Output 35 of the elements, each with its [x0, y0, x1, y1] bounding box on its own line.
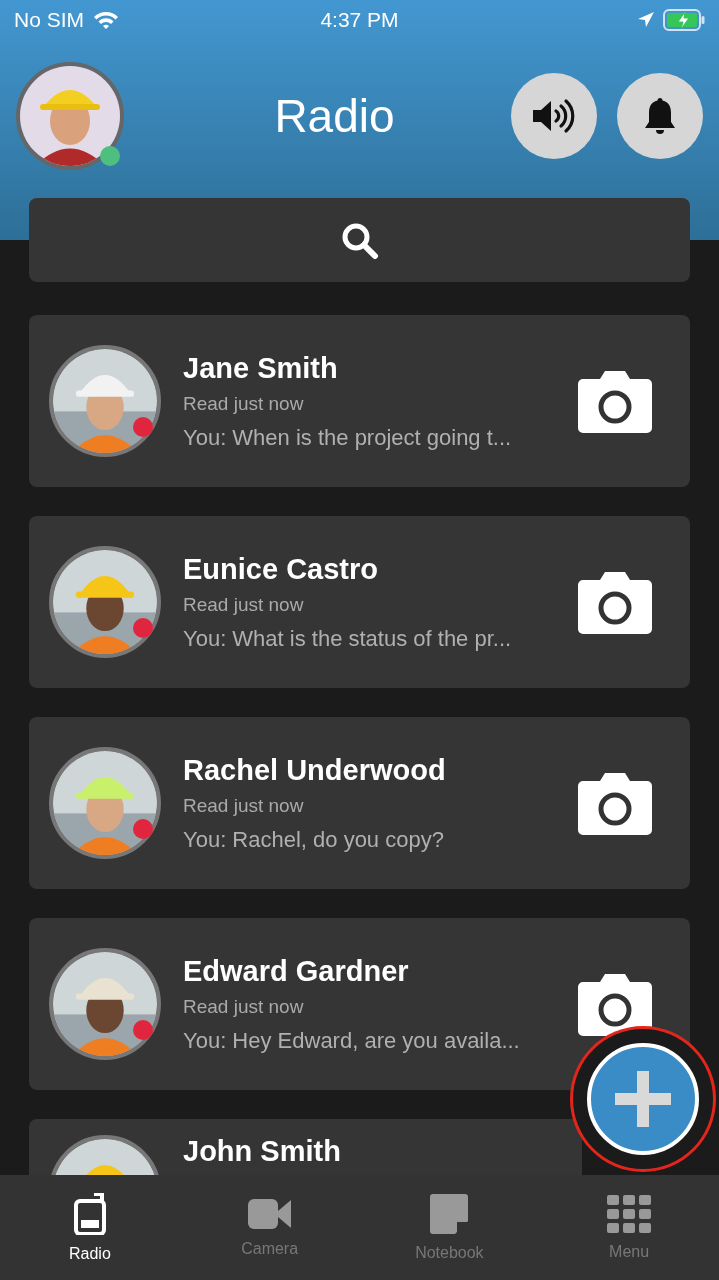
read-status: Read just now — [183, 392, 305, 415]
note-icon — [430, 1193, 469, 1234]
clock: 4:37 PM — [320, 8, 399, 32]
wifi-icon — [92, 10, 120, 30]
camera-icon[interactable] — [578, 771, 652, 835]
message-preview: You: Rachel, do you copy? — [183, 826, 445, 853]
speaker-icon — [531, 98, 577, 134]
contact-card[interactable]: Eunice Castro Read just now You: What is the status of the pr... — [29, 516, 690, 688]
message-preview: You: When is the project going t... — [183, 424, 513, 451]
carrier: No SIM — [14, 8, 84, 32]
radio-icon — [71, 1192, 108, 1235]
read-status: Read just now — [183, 995, 305, 1018]
contact-card[interactable]: John Smith — [29, 1119, 582, 1175]
contact-name: Eunice Castro — [183, 552, 379, 586]
bell-icon — [642, 96, 678, 136]
video-camera-icon — [247, 1197, 292, 1230]
read-status: Read just now — [183, 593, 305, 616]
contact-name: Edward Gardner — [183, 954, 410, 988]
page-title: Radio — [273, 89, 396, 143]
message-preview: You: What is the status of the pr... — [183, 625, 513, 652]
contact-name: Jane Smith — [183, 351, 339, 385]
contact-name: John Smith — [183, 1135, 342, 1168]
camera-icon[interactable] — [578, 972, 652, 1036]
battery-icon — [663, 9, 705, 31]
camera-icon[interactable] — [578, 570, 652, 634]
read-status: Read just now — [183, 794, 305, 817]
camera-icon[interactable] — [578, 369, 652, 433]
grid-icon — [607, 1194, 652, 1233]
location-icon — [637, 11, 655, 29]
nav-tab[interactable]: Radio — [0, 1175, 180, 1280]
contact-card[interactable]: Rachel Underwood Read just now You: Rachel, do you copy? — [29, 717, 690, 889]
contact-name: Rachel Underwood — [183, 753, 447, 787]
contact-card[interactable]: Edward Gardner Read just now You: Hey Edward, are you availa... — [29, 918, 690, 1090]
contact-card[interactable]: Jane Smith Read just now You: When is the project going t... — [29, 315, 690, 487]
message-preview: You: Hey Edward, are you availa... — [183, 1027, 521, 1054]
